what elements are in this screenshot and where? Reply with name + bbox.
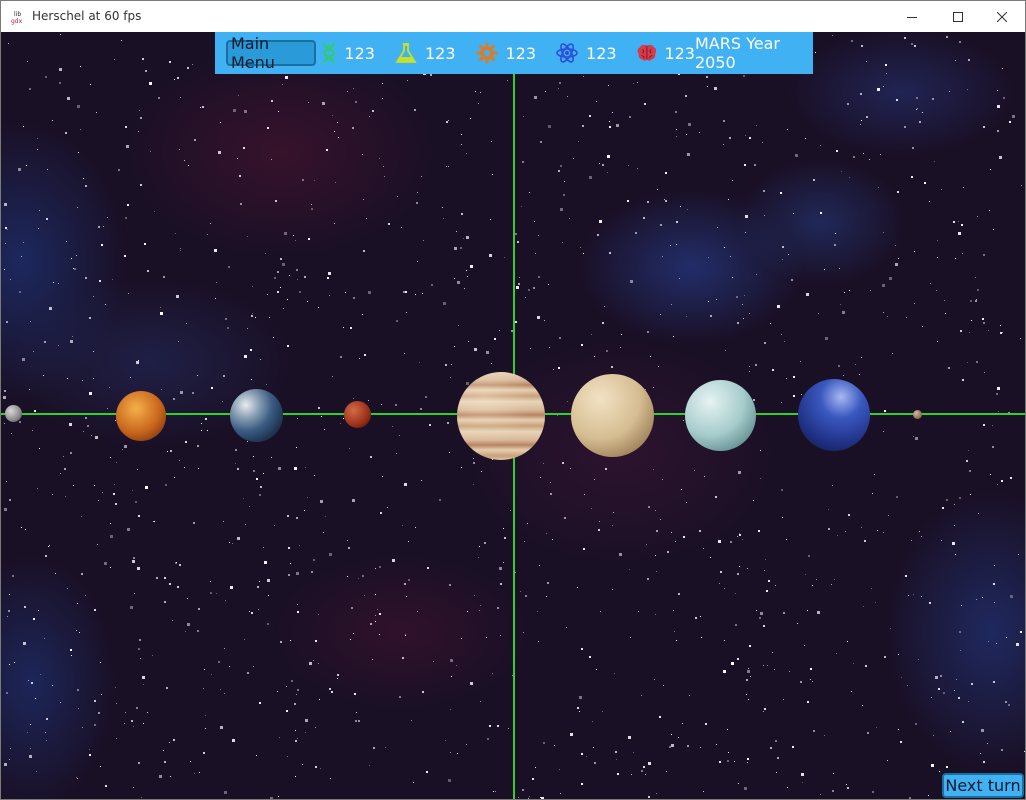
- planet-uranus[interactable]: [685, 380, 756, 451]
- resource-atom: 123: [556, 42, 631, 64]
- svg-text:lib: lib: [14, 11, 21, 18]
- resource-flask-value: 123: [424, 43, 456, 63]
- planet-venus[interactable]: [116, 391, 166, 441]
- svg-text:gdx: gdx: [11, 18, 23, 25]
- resource-flask: 123: [395, 42, 470, 64]
- main-menu-button[interactable]: Main Menu: [226, 34, 317, 72]
- resource-gear: 123: [476, 42, 551, 64]
- next-turn-button[interactable]: Next turn: [942, 773, 1024, 798]
- resource-brain-value: 123: [664, 43, 695, 63]
- window-title: Herschel at 60 fps: [32, 9, 142, 23]
- libgdx-app-icon: lib gdx: [10, 9, 26, 25]
- title-bar[interactable]: lib gdx Herschel at 60 fps: [1, 1, 1025, 32]
- close-button[interactable]: [979, 1, 1025, 32]
- planet-earth[interactable]: [230, 389, 283, 442]
- maximize-icon: [953, 11, 963, 22]
- planet-mars[interactable]: [344, 401, 371, 428]
- minimize-button[interactable]: [889, 1, 935, 32]
- atom-icon: [556, 43, 578, 63]
- solar-system-viewport[interactable]: Main Menu 123 123 123 123 123 MARS Year …: [1, 32, 1025, 799]
- close-icon: [997, 11, 1007, 22]
- resource-dna-value: 123: [344, 43, 375, 63]
- resource-bar: Main Menu 123 123 123 123 123 MARS Year …: [215, 32, 813, 74]
- app-window: lib gdx Herschel at 60 fps Main Menu 123…: [0, 0, 1026, 800]
- gear-icon: [476, 42, 497, 64]
- resource-dna: 123: [322, 42, 389, 64]
- planet-jupiter[interactable]: [457, 372, 545, 460]
- minimize-icon: [907, 16, 917, 18]
- resource-gear-value: 123: [505, 43, 537, 63]
- planet-mercury[interactable]: [5, 405, 22, 422]
- dna-icon: [323, 42, 336, 64]
- location-year-label: MARS Year 2050: [694, 34, 780, 72]
- resource-atom-value: 123: [586, 43, 617, 63]
- flask-icon: [395, 43, 417, 63]
- planet-pluto[interactable]: [913, 410, 922, 419]
- planet-neptune[interactable]: [798, 379, 870, 451]
- maximize-button[interactable]: [935, 1, 981, 32]
- brain-icon: [637, 44, 656, 61]
- resource-brain: 123 MARS Year 2050: [637, 34, 813, 72]
- planet-saturn[interactable]: [571, 374, 654, 457]
